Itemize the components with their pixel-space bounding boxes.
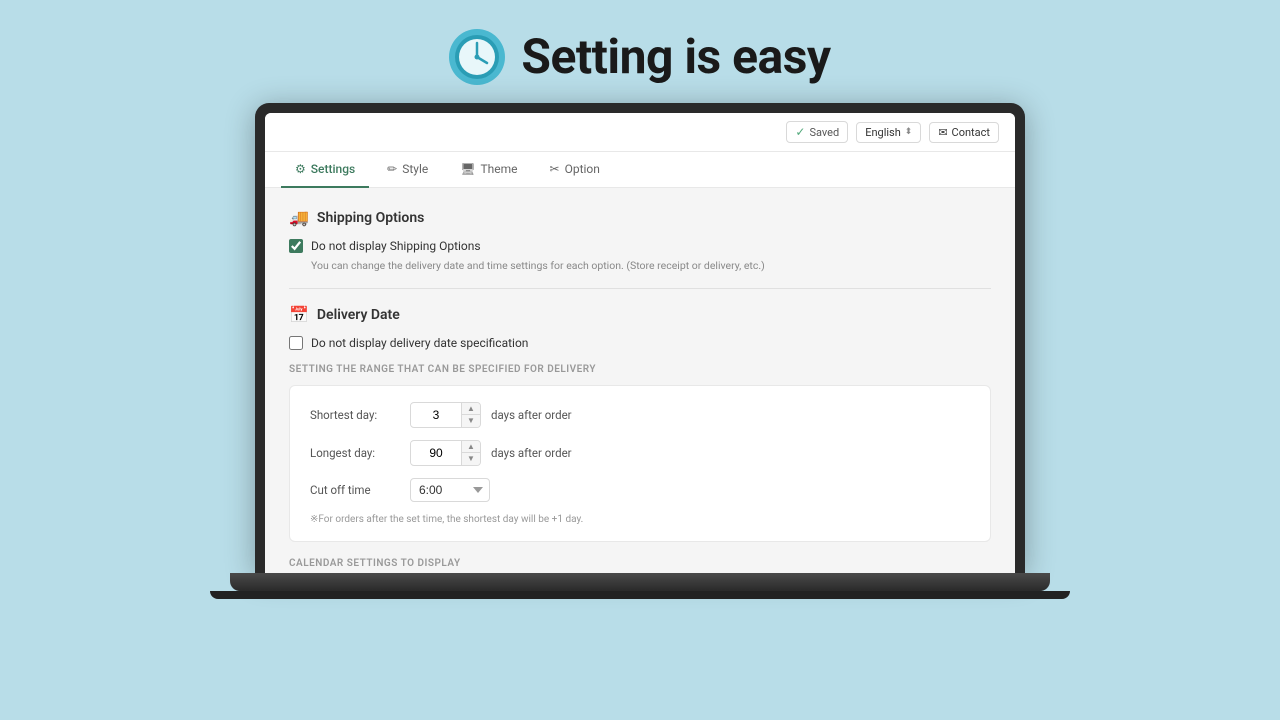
laptop-screen-inner: ✓ Saved English ⬍ ✉ Contact ⚙ (265, 113, 1015, 573)
longest-day-label: Longest day: (310, 446, 400, 460)
longest-day-decrement[interactable]: ▼ (462, 453, 480, 465)
shortest-day-spin: ▲ ▼ (461, 403, 480, 427)
tab-theme[interactable]: 🖥 Theme (446, 152, 531, 188)
shortest-day-input[interactable] (411, 404, 461, 426)
range-section-label: SETTING THE RANGE THAT CAN BE SPECIFIED … (289, 364, 991, 375)
tab-settings[interactable]: ⚙ Settings (281, 152, 369, 188)
style-tab-label: Style (402, 162, 428, 176)
style-tab-icon: ✏ (387, 162, 397, 176)
language-selector[interactable]: English ⬍ (856, 122, 921, 143)
shortest-day-unit: days after order (491, 408, 572, 422)
theme-tab-icon: 🖥 (460, 162, 475, 176)
calendar-section: CALENDAR SETTINGS TO DISPLAY Display Tit… (289, 558, 991, 573)
shipping-section: 🚚 Shipping Options Do not display Shippi… (289, 208, 991, 272)
cutoff-time-select[interactable]: 6:00 7:00 8:00 9:00 10:00 12:00 (410, 478, 490, 502)
shipping-checkbox-label: Do not display Shipping Options (311, 239, 481, 253)
delivery-checkbox-row: Do not display delivery date specificati… (289, 336, 991, 350)
chevron-icon: ⬍ (905, 127, 913, 137)
laptop-wrapper: ✓ Saved English ⬍ ✉ Contact ⚙ (255, 103, 1025, 599)
language-label: English (865, 126, 901, 139)
cutoff-note: ※For orders after the set time, the shor… (310, 514, 970, 525)
longest-day-row: Longest day: ▲ ▼ days after order (310, 440, 970, 466)
shipping-checkbox-row: Do not display Shipping Options (289, 239, 991, 253)
cutoff-time-row: Cut off time 6:00 7:00 8:00 9:00 10:00 1… (310, 478, 970, 502)
delivery-checkbox[interactable] (289, 336, 303, 350)
delivery-section: 📅 Delivery Date Do not display delivery … (289, 305, 991, 542)
calendar-icon: 📅 (289, 305, 309, 324)
top-bar: ✓ Saved English ⬍ ✉ Contact (265, 113, 1015, 152)
shortest-day-decrement[interactable]: ▼ (462, 415, 480, 427)
shipping-help-text: You can change the delivery date and tim… (311, 259, 991, 272)
cutoff-time-label: Cut off time (310, 483, 400, 497)
shipping-icon: 🚚 (289, 208, 309, 227)
hero-title: Setting is easy (521, 28, 830, 85)
longest-day-unit: days after order (491, 446, 572, 460)
theme-tab-label: Theme (480, 162, 517, 176)
hero-header: Setting is easy (449, 28, 830, 85)
shortest-day-label: Shortest day: (310, 408, 400, 422)
saved-label: Saved (809, 126, 839, 139)
laptop-screen-outer: ✓ Saved English ⬍ ✉ Contact ⚙ (255, 103, 1025, 573)
delivery-section-header: 📅 Delivery Date (289, 305, 991, 324)
shortest-day-increment[interactable]: ▲ (462, 403, 480, 415)
shipping-section-header: 🚚 Shipping Options (289, 208, 991, 227)
laptop-foot (210, 591, 1070, 599)
option-tab-icon: ✂ (550, 162, 560, 176)
tab-style[interactable]: ✏ Style (373, 152, 442, 188)
saved-check-icon: ✓ (795, 125, 805, 139)
shortest-day-input-wrapper: ▲ ▼ (410, 402, 481, 428)
app-container: ✓ Saved English ⬍ ✉ Contact ⚙ (265, 113, 1015, 573)
laptop-base (230, 573, 1050, 591)
section-divider (289, 288, 991, 289)
delivery-checkbox-label: Do not display delivery date specificati… (311, 336, 528, 350)
content-area: 🚚 Shipping Options Do not display Shippi… (265, 188, 1015, 573)
nav-tabs: ⚙ Settings ✏ Style 🖥 Theme ✂ Option (265, 152, 1015, 188)
settings-tab-icon: ⚙ (295, 162, 306, 176)
shipping-section-title: Shipping Options (317, 210, 424, 226)
settings-tab-label: Settings (311, 162, 355, 176)
longest-day-input-wrapper: ▲ ▼ (410, 440, 481, 466)
app-logo-icon (449, 29, 505, 85)
saved-badge: ✓ Saved (786, 121, 848, 143)
option-tab-label: Option (565, 162, 600, 176)
contact-button[interactable]: ✉ Contact (929, 122, 999, 143)
shortest-day-row: Shortest day: ▲ ▼ days after order (310, 402, 970, 428)
longest-day-increment[interactable]: ▲ (462, 441, 480, 453)
envelope-icon: ✉ (938, 126, 947, 139)
tab-option[interactable]: ✂ Option (536, 152, 614, 188)
shipping-checkbox[interactable] (289, 239, 303, 253)
delivery-section-title: Delivery Date (317, 307, 400, 323)
contact-label: Contact (952, 126, 990, 139)
calendar-section-label: CALENDAR SETTINGS TO DISPLAY (289, 558, 991, 569)
longest-day-spin: ▲ ▼ (461, 441, 480, 465)
delivery-range-card: Shortest day: ▲ ▼ days after order (289, 385, 991, 542)
longest-day-input[interactable] (411, 442, 461, 464)
